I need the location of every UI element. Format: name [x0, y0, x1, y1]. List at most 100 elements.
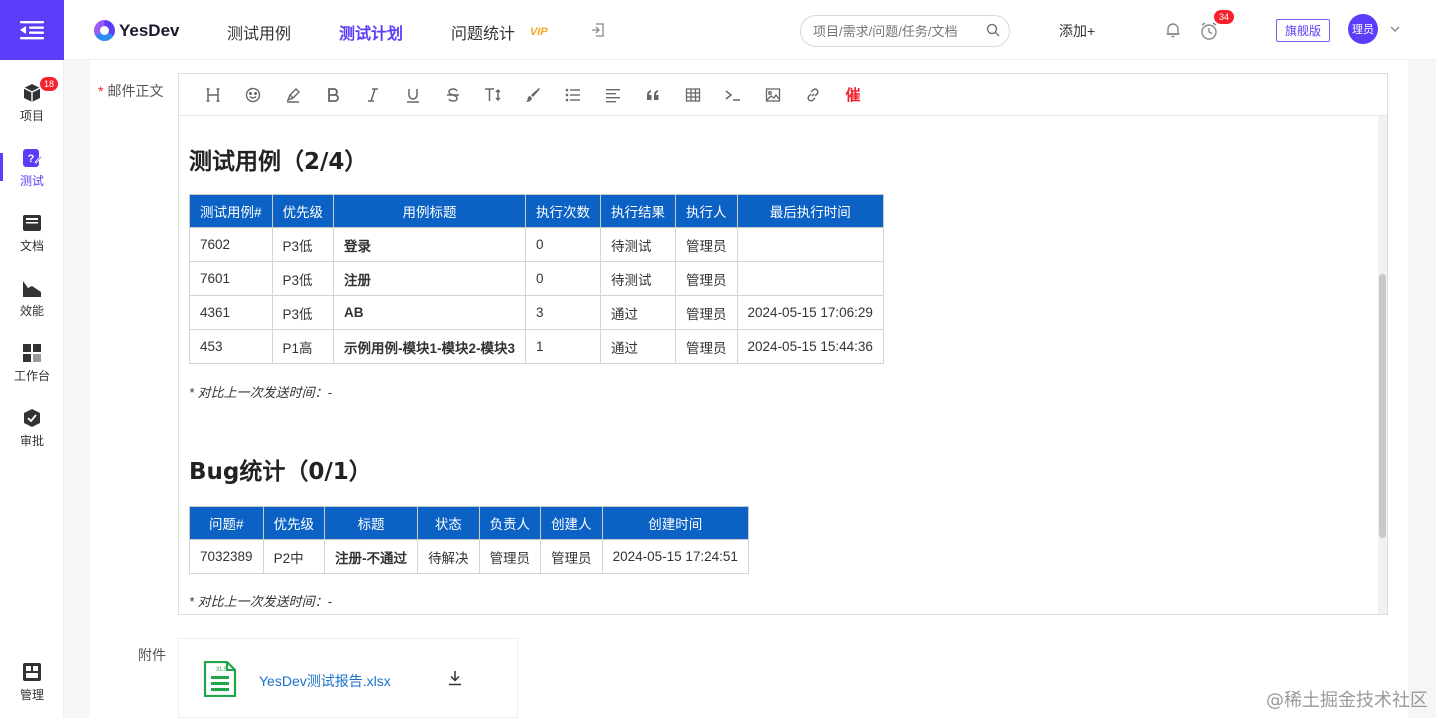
sidebar-item-label: 项目 [19, 108, 44, 123]
table-cell: 2024-05-15 17:06:29 [736, 295, 884, 330]
editor-scrollbar[interactable] [1378, 116, 1387, 614]
emoji-icon[interactable] [233, 74, 273, 116]
table-cell: 3 [525, 295, 602, 330]
table-header-cell: 执行结果 [600, 194, 677, 228]
table-row: 7601 P3低 注册 0 待测试 管理员 [189, 261, 884, 296]
table-cell: 管理员 [675, 261, 738, 296]
alarm-clock-icon[interactable] [1199, 21, 1219, 46]
search-icon[interactable] [986, 23, 1000, 42]
logo[interactable]: YesDev [94, 20, 180, 41]
project-badge: 18 [40, 77, 59, 91]
case-title-link[interactable]: 登录 [333, 227, 527, 262]
test-cases-title: 测试用例（2/4） [189, 149, 368, 175]
attachment-label: 附件 [138, 647, 166, 663]
chart-icon [21, 277, 43, 299]
rich-text-editor[interactable]: 催 测试用例（2/4） 测试用例# 优先级 用例标题 执行次数 执行结果 执行人 最后执行时… [178, 73, 1388, 615]
test-cases-table: 测试用例# 优先级 用例标题 执行次数 执行结果 执行人 最后执行时间 7602 P3低 登录 0… [189, 194, 884, 364]
table-row: 4361 P3低 AB 3 通过 管理员 2024-05-15 17:06:29 [189, 295, 884, 330]
table-header-cell: 负责人 [478, 506, 542, 540]
menu-icon [20, 21, 44, 40]
table-header-cell: 问题# [189, 506, 264, 540]
bell-icon[interactable] [1164, 21, 1182, 44]
sidebar-item-label: 审批 [19, 433, 44, 448]
table-row: 7032389 P2中 注册-不通过 待解决 管理员 管理员 2024-05-15 17:2… [189, 539, 749, 574]
attachment-item: XLS YesDev测试报告.xlsx [178, 638, 518, 718]
table-row: 453 P1高 示例用例-模块1-模块2-模块3 1 通过 管理员 2024-05-15 1… [189, 329, 884, 364]
table-cell: 待测试 [600, 227, 677, 262]
urge-button[interactable]: 催 [833, 74, 873, 116]
strikethrough-icon[interactable] [433, 74, 473, 116]
table-header-cell: 执行次数 [525, 194, 602, 228]
search-input[interactable] [800, 15, 1010, 47]
table-cell [736, 261, 884, 296]
align-icon[interactable] [593, 74, 633, 116]
sidebar-item-label: 效能 [19, 303, 44, 318]
tab-test-plan[interactable]: 测试计划 [339, 20, 403, 44]
table-cell: 2024-05-15 17:24:51 [601, 539, 749, 574]
table-cell: 2024-05-15 15:44:36 [736, 329, 884, 364]
case-title-link[interactable]: 示例用例-模块1-模块2-模块3 [333, 329, 527, 364]
top-header: YesDev 测试用例 测试计划 问题统计 VIP 添加+ 34 旗舰版 理员 [64, 0, 1436, 60]
attachment-file-name[interactable]: YesDev测试报告.xlsx [259, 671, 391, 691]
quote-icon[interactable] [633, 74, 673, 116]
sidebar-item-label: 工作台 [13, 368, 50, 383]
sidebar-item-efficiency[interactable]: 效能 [0, 265, 64, 330]
table-cell: 待测试 [600, 261, 677, 296]
mail-body-label-text: 邮件正文 [107, 83, 164, 99]
sidebar-item-approval[interactable]: 审批 [0, 395, 64, 460]
table-cell [736, 227, 884, 262]
admin-icon [21, 661, 43, 683]
font-size-icon[interactable] [473, 74, 513, 116]
svg-text:?: ? [28, 153, 35, 165]
image-icon[interactable] [753, 74, 793, 116]
code-icon[interactable] [713, 74, 753, 116]
sidebar-item-label: 测试 [19, 173, 44, 188]
highlight-icon[interactable] [273, 74, 313, 116]
table-icon[interactable] [673, 74, 713, 116]
brush-icon[interactable] [513, 74, 553, 116]
case-title-link[interactable]: 注册 [333, 261, 527, 296]
bug-stats-title: Bug统计（0/1） [189, 459, 372, 485]
logo-text: YesDev [119, 20, 180, 40]
reminder-badge: 34 [1214, 10, 1235, 24]
tab-issue-stats[interactable]: 问题统计 [451, 20, 515, 44]
main-content: * 邮件正文 催 测试用例（2/4） 测试用例# 优先级 用例标题 执行次数 执… [90, 60, 1408, 718]
table-cell: 管理员 [540, 539, 603, 574]
table-cell: 7601 [189, 261, 273, 296]
edition-badge[interactable]: 旗舰版 [1276, 19, 1331, 42]
test-compare-note: * 对比上一次发送时间：- [189, 385, 333, 400]
priority-cell: P3低 [271, 261, 335, 296]
priority-cell: P2中 [262, 539, 326, 574]
menu-toggle-button[interactable] [0, 0, 64, 60]
bullet-list-icon[interactable] [553, 74, 593, 116]
editor-toolbar: 催 [179, 74, 1387, 116]
scrollbar-thumb[interactable] [1379, 274, 1386, 538]
italic-icon[interactable] [353, 74, 393, 116]
sidebar-item-test[interactable]: ? 测试 [0, 135, 64, 200]
exit-icon[interactable] [590, 22, 606, 43]
sidebar-item-workbench[interactable]: 工作台 [0, 330, 64, 395]
priority-cell: P1高 [271, 329, 335, 364]
sidebar-item-project[interactable]: 项目 18 [0, 70, 64, 135]
table-cell: 453 [189, 329, 273, 364]
table-header-cell: 用例标题 [333, 194, 527, 228]
heading-icon[interactable] [193, 74, 233, 116]
underline-icon[interactable] [393, 74, 433, 116]
bold-icon[interactable] [313, 74, 353, 116]
link-icon[interactable] [793, 74, 833, 116]
table-cell: 通过 [600, 329, 677, 364]
table-cell: 7032389 [189, 539, 264, 574]
approval-icon [21, 407, 43, 429]
case-title-link[interactable]: AB [333, 295, 527, 330]
test-icon: ? [21, 147, 43, 169]
required-mark: * [98, 83, 104, 99]
tab-test-cases[interactable]: 测试用例 [227, 20, 291, 44]
download-icon[interactable] [447, 670, 463, 691]
chevron-down-icon[interactable] [1389, 22, 1401, 40]
table-header-cell: 测试用例# [189, 194, 273, 228]
sidebar-item-admin[interactable]: 管理 [0, 649, 64, 714]
avatar[interactable]: 理员 [1348, 14, 1378, 44]
bug-title-link[interactable]: 注册-不通过 [324, 539, 419, 574]
add-button[interactable]: 添加+ [1059, 21, 1095, 41]
sidebar-item-docs[interactable]: 文档 [0, 200, 64, 265]
